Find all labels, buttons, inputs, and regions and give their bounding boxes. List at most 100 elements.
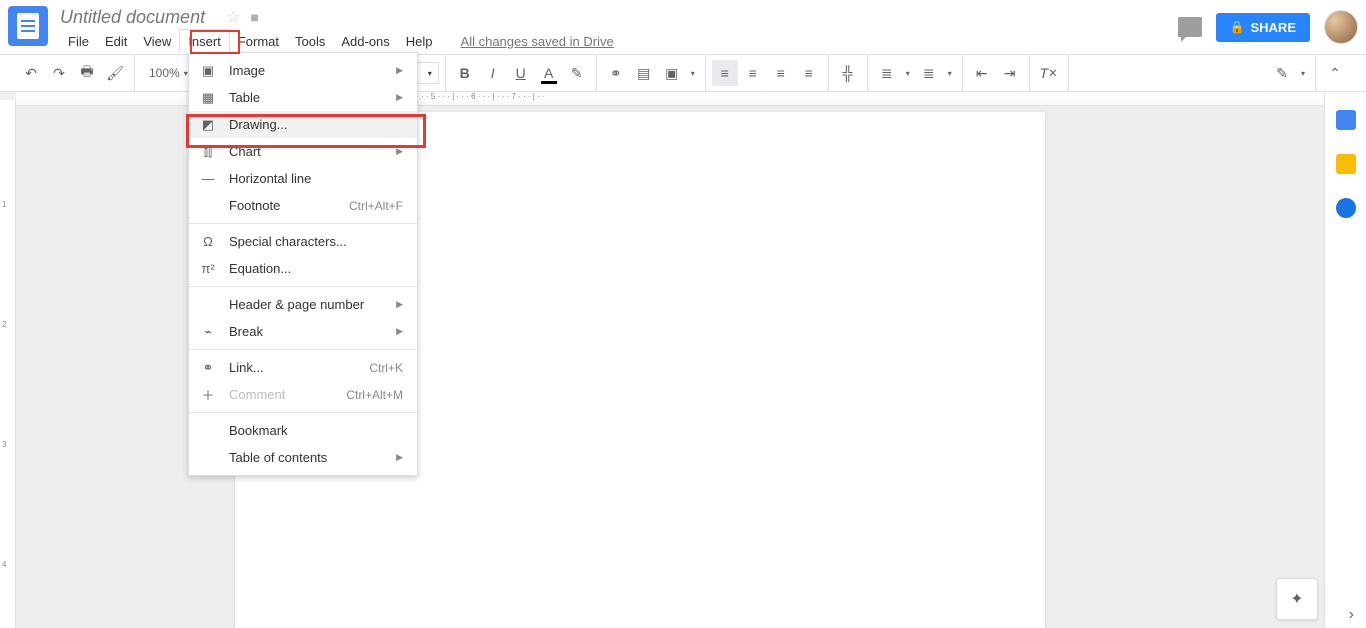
align-right-button[interactable]: ≡ (768, 60, 794, 86)
submenu-arrow-icon: ▶ (396, 146, 403, 157)
insert-menu-comment: ＋ Comment Ctrl+Alt+M (189, 381, 417, 408)
ruler-tick: 2 (2, 320, 6, 329)
link-icon: ⚭ (199, 359, 217, 377)
account-avatar[interactable] (1324, 10, 1358, 44)
submenu-arrow-icon: ▶ (396, 92, 403, 103)
star-icon[interactable]: ☆ (226, 7, 240, 27)
menu-item-label: Link... (229, 360, 357, 375)
menu-item-label: Break (229, 324, 384, 339)
table-icon: ▦ (199, 89, 217, 107)
menu-shortcut: Ctrl+Alt+M (346, 388, 403, 402)
open-comments-button[interactable] (1178, 17, 1202, 37)
save-status[interactable]: All changes saved in Drive (461, 34, 614, 49)
header-icon (199, 296, 217, 314)
submenu-arrow-icon: ▶ (396, 452, 403, 463)
submenu-arrow-icon: ▶ (396, 65, 403, 76)
insert-comment-button[interactable]: ▤ (631, 60, 657, 86)
menu-shortcut: Ctrl+K (369, 361, 403, 375)
menu-tools[interactable]: Tools (287, 30, 333, 53)
redo-button[interactable]: ↷ (46, 60, 72, 86)
keep-icon[interactable] (1336, 154, 1356, 174)
explore-button[interactable]: ✦ (1276, 578, 1318, 620)
menu-file[interactable]: File (60, 30, 97, 53)
editing-mode-button[interactable]: ✎ (1269, 60, 1295, 86)
insert-menu-special-characters[interactable]: ΩSpecial characters... (189, 228, 417, 255)
decrease-indent-button[interactable]: ⇤ (969, 60, 995, 86)
insert-menu-bookmark[interactable]: Bookmark (189, 417, 417, 444)
align-center-button[interactable]: ≡ (740, 60, 766, 86)
ruler-tick: 3 (2, 440, 6, 449)
docs-logo[interactable] (8, 6, 48, 46)
special-char-icon: Ω (199, 233, 217, 251)
insert-menu-table[interactable]: ▦ Table ▶ (189, 84, 417, 111)
paint-format-button[interactable]: 🖌 (102, 60, 128, 86)
menu-item-label: Table (229, 90, 384, 105)
vertical-ruler[interactable]: 1234 (0, 100, 16, 628)
side-panel (1324, 92, 1366, 628)
menu-format[interactable]: Format (230, 30, 287, 53)
move-folder-icon[interactable]: ■ (250, 9, 258, 25)
underline-button[interactable]: U (508, 60, 534, 86)
menu-item-label: Image (229, 63, 384, 78)
menu-item-label: Table of contents (229, 450, 384, 465)
menu-item-label: Chart (229, 144, 384, 159)
hr-icon: — (199, 170, 217, 188)
menu-item-label: Header & page number (229, 297, 384, 312)
lock-icon: 🔒 (1230, 20, 1245, 34)
menu-item-label: Comment (229, 387, 334, 402)
align-justify-button[interactable]: ≡ (796, 60, 822, 86)
italic-button[interactable]: I (480, 60, 506, 86)
align-left-button[interactable]: ≡ (712, 60, 738, 86)
bulleted-list-dropdown[interactable]: ▾ (944, 69, 956, 78)
calendar-icon[interactable] (1336, 110, 1356, 130)
image-icon: ▣ (199, 62, 217, 80)
text-color-button[interactable]: A (536, 60, 562, 86)
menu-item-label: Equation... (229, 261, 403, 276)
insert-menu-equation[interactable]: π² Equation... (189, 255, 417, 282)
clear-formatting-button[interactable]: T✕ (1036, 60, 1062, 86)
break-icon: ⌁ (199, 323, 217, 341)
document-title-input[interactable] (60, 7, 220, 28)
menu-view[interactable]: View (135, 30, 179, 53)
share-button[interactable]: 🔒 SHARE (1216, 13, 1310, 42)
highlight-button[interactable]: ✎ (564, 60, 590, 86)
insert-menu-chart[interactable]: ⫾⫿Chart▶ (189, 138, 417, 165)
comment-icon: ＋ (199, 386, 217, 404)
insert-menu-drawing[interactable]: ◩ Drawing... (189, 111, 417, 138)
bulleted-list-button[interactable]: ≣ (916, 60, 942, 86)
menu-help[interactable]: Help (398, 30, 441, 53)
bold-button[interactable]: B (452, 60, 478, 86)
menu-edit[interactable]: Edit (97, 30, 135, 53)
editing-mode-dropdown[interactable]: ▾ (1297, 69, 1309, 78)
menu-item-label: Drawing... (229, 117, 403, 132)
insert-menu-break[interactable]: ⌁ Break ▶ (189, 318, 417, 345)
line-spacing-button[interactable]: ╬ (835, 60, 861, 86)
ruler-tick: 4 (2, 560, 6, 569)
image-dropdown-icon[interactable]: ▾ (687, 69, 699, 78)
insert-menu-link[interactable]: ⚭ Link... Ctrl+K (189, 354, 417, 381)
insert-menu-table-of-contents[interactable]: Table of contents ▶ (189, 444, 417, 471)
menubar: FileEditViewInsertFormatToolsAdd-onsHelp… (60, 28, 1178, 54)
menu-insert[interactable]: Insert (179, 29, 230, 53)
insert-menu-header-page-number[interactable]: Header & page number▶ (189, 291, 417, 318)
numbered-list-button[interactable]: ≣ (874, 60, 900, 86)
equation-icon: π² (199, 260, 217, 278)
side-panel-expand-icon[interactable]: › (1349, 606, 1354, 624)
increase-indent-button[interactable]: ⇥ (997, 60, 1023, 86)
insert-image-button[interactable]: ▣ (659, 60, 685, 86)
undo-button[interactable]: ↶ (18, 60, 44, 86)
insert-menu-image[interactable]: ▣ Image ▶ (189, 57, 417, 84)
drawing-icon: ◩ (199, 116, 217, 134)
numbered-list-dropdown[interactable]: ▾ (902, 69, 914, 78)
menu-shortcut: Ctrl+Alt+F (349, 199, 403, 213)
insert-menu-footnote[interactable]: FootnoteCtrl+Alt+F (189, 192, 417, 219)
menu-add-ons[interactable]: Add-ons (333, 30, 397, 53)
insert-menu-horizontal-line[interactable]: —Horizontal line (189, 165, 417, 192)
bookmark-icon (199, 422, 217, 440)
print-button[interactable]: 🖶 (74, 60, 100, 86)
tasks-icon[interactable] (1336, 198, 1356, 218)
collapse-toolbar-button[interactable]: ⌃ (1322, 60, 1348, 86)
insert-link-button[interactable]: ⚭ (603, 60, 629, 86)
submenu-arrow-icon: ▶ (396, 326, 403, 337)
app-header: ☆ ■ FileEditViewInsertFormatToolsAdd-ons… (0, 0, 1366, 54)
